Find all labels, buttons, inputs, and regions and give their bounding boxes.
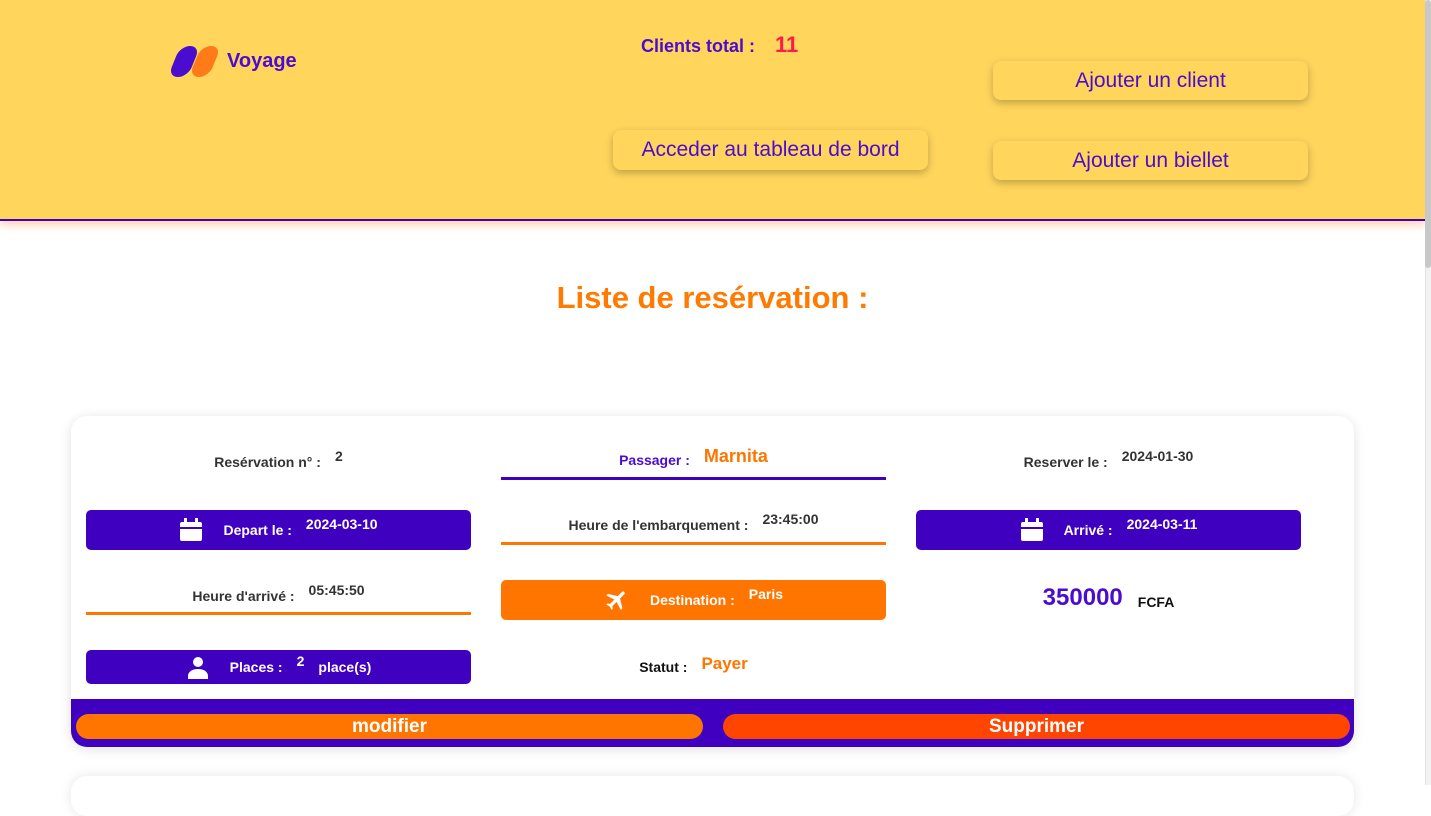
dashboard-button[interactable]: Acceder au tableau de bord (613, 130, 928, 170)
destination-value: Paris (748, 586, 784, 602)
modify-button[interactable]: modifier (76, 714, 703, 739)
arrival-date-value: 2024-03-11 (1126, 516, 1198, 532)
delete-button[interactable]: Supprimer (723, 714, 1350, 739)
booked-date-label: Reserver le : (1023, 454, 1108, 470)
destination-label: Destination : (649, 592, 735, 608)
places-label: Places : (229, 659, 283, 675)
reservation-card-next (71, 776, 1354, 816)
reservation-card: Resérvation n° : 2 Passager : Marnita Re… (71, 416, 1354, 747)
places: Places : 2 place(s) (86, 650, 471, 684)
arrival-date-label: Arrivé : (1063, 522, 1113, 538)
boarding-time: Heure de l'embarquement : 23:45:00 (501, 508, 886, 545)
places-unit: place(s) (318, 659, 372, 675)
calendar-icon (1020, 518, 1044, 542)
status-value: Payer (701, 654, 748, 673)
arrival-date: Arrivé : 2024-03-11 (916, 510, 1301, 550)
boarding-time-value: 23:45:00 (762, 511, 819, 527)
status-label: Statut : (639, 659, 688, 675)
add-client-button[interactable]: Ajouter un client (993, 61, 1308, 100)
destination: Destination : Paris (501, 580, 886, 620)
clients-total-count: 11 (775, 32, 799, 57)
reservation-number-value: 2 (334, 448, 343, 464)
boarding-time-label: Heure de l'embarquement : (568, 517, 749, 533)
logo-mark-icon (167, 45, 222, 77)
clients-total-label: Clients total : (641, 36, 756, 56)
price: 350000 FCFA (916, 578, 1301, 618)
booked-date: Reserver le : 2024-01-30 (916, 446, 1301, 478)
airplane-icon (604, 587, 630, 613)
departure-date-label: Depart le : (223, 522, 292, 538)
passenger-value: Marnita (703, 446, 768, 466)
add-ticket-button[interactable]: Ajouter un biellet (993, 141, 1308, 180)
status: Statut : Payer (501, 650, 886, 684)
reservation-number: Resérvation n° : 2 (86, 446, 471, 478)
top-header: Voyage Clients total : 11 Ajouter un cli… (0, 0, 1425, 221)
arrival-time: Heure d'arrivé : 05:45:50 (86, 579, 471, 615)
arrival-time-label: Heure d'arrivé : (192, 587, 295, 604)
booked-date-value: 2024-01-30 (1121, 448, 1194, 464)
departure-date-value: 2024-03-10 (305, 516, 378, 532)
calendar-icon (179, 518, 203, 542)
passenger: Passager : Marnita (501, 442, 886, 480)
reservation-number-label: Resérvation n° : (214, 454, 321, 470)
price-currency: FCFA (1137, 594, 1175, 610)
page-scrollbar[interactable] (1425, 0, 1431, 785)
price-value: 350000 (1042, 584, 1123, 611)
passenger-label: Passager : (619, 451, 690, 468)
departure-date: Depart le : 2024-03-10 (86, 510, 471, 550)
logo-text: Voyage (227, 49, 297, 72)
card-action-bar: modifier Supprimer (71, 699, 1354, 747)
user-icon (186, 655, 210, 679)
arrival-time-value: 05:45:50 (308, 581, 365, 598)
page-title: Liste de resérvation : (556, 280, 869, 315)
logo[interactable]: Voyage (167, 45, 297, 77)
scrollbar-thumb[interactable] (1425, 0, 1431, 268)
places-value: 2 (296, 653, 305, 669)
clients-total: Clients total : 11 (641, 32, 798, 58)
